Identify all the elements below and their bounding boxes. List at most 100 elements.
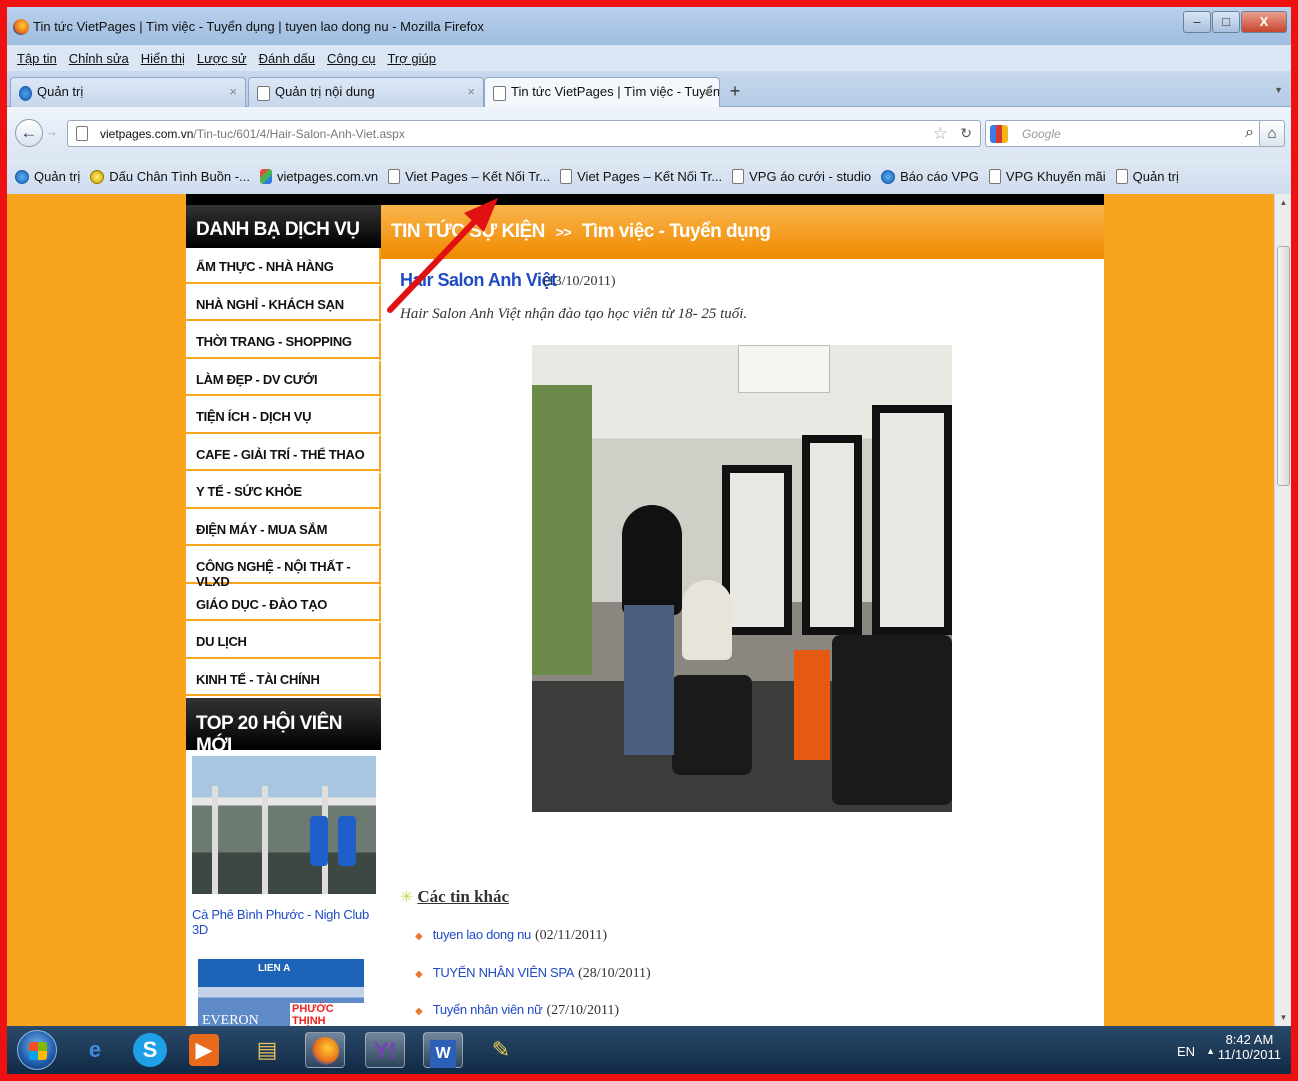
- bullet-icon: ◆: [415, 968, 423, 980]
- url-text[interactable]: vietpages.com.vn/Tin-tuc/601/4/Hair-Salo…: [100, 127, 405, 141]
- subsection-title[interactable]: Tìm việc - Tuyển dụng: [582, 221, 771, 242]
- clock[interactable]: 8:42 AM 11/10/2011: [1218, 1032, 1281, 1062]
- news-link[interactable]: Tuyển nhân viên nữ: [433, 1002, 543, 1017]
- menu-history[interactable]: Lược sử: [197, 51, 247, 66]
- scroll-thumb[interactable]: [1277, 246, 1290, 486]
- vertical-scrollbar[interactable]: ▲ ▼: [1274, 194, 1291, 1026]
- sidebar-item-thoi-trang[interactable]: THỜI TRANG - SHOPPING: [186, 323, 381, 361]
- list-tabs-icon[interactable]: ▼: [1274, 85, 1283, 95]
- menu-view[interactable]: Hiển thị: [141, 51, 185, 66]
- news-link[interactable]: TUYỂN NHÂN VIÊN SPA: [433, 965, 575, 980]
- paint-icon[interactable]: ✎: [481, 1032, 521, 1068]
- sidebar-item-y-te[interactable]: Y TẾ - SỨC KHỎE: [186, 473, 381, 511]
- tab-tin-tuc[interactable]: Tin tức VietPages | Tìm việc - Tuyển ...…: [484, 77, 720, 107]
- list-item: ◆ Tuyển nhân viên nữ (27/10/2011): [415, 1002, 651, 1026]
- bullet-icon: ◆: [415, 1006, 423, 1017]
- media-icon[interactable]: ▶: [189, 1034, 219, 1066]
- sidebar-item-dien-may[interactable]: ĐIỆN MÁY - MUA SẮM: [186, 510, 381, 548]
- reload-icon[interactable]: ↻: [960, 125, 972, 142]
- menu-help[interactable]: Trợ giúp: [387, 51, 436, 66]
- search-bar[interactable]: Google ⌕: [985, 120, 1263, 147]
- bookmarks-bar: Quản trị Dấu Chân Tình Buồn -... vietpag…: [7, 159, 1291, 194]
- menu-bar: Tập tin Chỉnh sửa Hiển thị Lược sử Đánh …: [7, 45, 1291, 71]
- breadcrumb-separator: >>: [555, 224, 572, 240]
- globe-icon: [881, 169, 896, 184]
- article-title[interactable]: Hair Salon Anh Việt: [400, 270, 557, 291]
- start-button[interactable]: [17, 1030, 57, 1070]
- member-photo[interactable]: LIEN A EVERON PHƯỚC THỊNH: [198, 959, 364, 1026]
- yellow-icon: [90, 169, 105, 184]
- sidebar-item-lam-dep[interactable]: LÀM ĐẸP - DV CƯỚI: [186, 360, 381, 398]
- member-card[interactable]: Cà Phê Bình Phước - Nigh Club 3D LIEN A …: [186, 750, 381, 1026]
- sidebar-item-kinh-te[interactable]: KINH TẾ - TÀI CHÍNH: [186, 660, 381, 698]
- forward-button[interactable]: →: [45, 124, 58, 139]
- scroll-up-icon[interactable]: ▲: [1275, 194, 1292, 211]
- tray-expand-icon[interactable]: ▲: [1206, 1046, 1215, 1056]
- bullet-icon: ◆: [415, 931, 423, 942]
- menu-file[interactable]: Tập tin: [17, 51, 57, 66]
- menu-edit[interactable]: Chỉnh sửa: [69, 51, 129, 66]
- search-icon[interactable]: ⌕: [1245, 124, 1254, 142]
- word-icon[interactable]: W: [423, 1032, 463, 1068]
- firefox-icon[interactable]: [305, 1032, 345, 1068]
- sidebar-heading: DANH BẠ DỊCH VỤ: [186, 205, 381, 248]
- tab-quan-tri[interactable]: Quản trị ×: [10, 77, 246, 107]
- sidebar-item-am-thuc[interactable]: ẨM THỰC - NHÀ HÀNG: [186, 248, 381, 286]
- bookmark-item[interactable]: Viet Pages – Kết Nối Tr...: [560, 169, 722, 184]
- minimize-button[interactable]: –: [1183, 11, 1211, 33]
- bookmark-item[interactable]: VPG Khuyến mãi: [988, 169, 1106, 184]
- page-icon: [560, 169, 573, 184]
- section-title[interactable]: TIN TỨC SỰ KIỆN: [391, 221, 545, 242]
- page-icon: [388, 169, 401, 184]
- member-photo[interactable]: [192, 756, 376, 894]
- sidebar-item-cafe[interactable]: CAFE - GIẢI TRÍ - THỂ THAO: [186, 435, 381, 473]
- sidebar-item-tien-ich[interactable]: TIỆN ÍCH - DỊCH VỤ: [186, 398, 381, 436]
- bookmark-item[interactable]: Viet Pages – Kết Nối Tr...: [388, 169, 550, 184]
- yahoo-icon[interactable]: Y!: [365, 1032, 405, 1068]
- new-tab-button[interactable]: +: [724, 81, 746, 103]
- tab-quan-tri-noi-dung[interactable]: Quản trị nội dung ×: [248, 77, 484, 107]
- bookmark-item[interactable]: Quản trị: [15, 169, 80, 184]
- search-placeholder: Google: [1022, 127, 1061, 141]
- sidebar-item-giao-duc[interactable]: GIÁO DỤC - ĐÀO TẠO: [186, 585, 381, 623]
- close-button[interactable]: X: [1241, 11, 1287, 33]
- tab-close-icon[interactable]: ×: [703, 84, 711, 99]
- sidebar-item-cong-nghe[interactable]: CÔNG NGHỆ - NỘI THẤT - VLXD: [186, 548, 381, 589]
- section-header: TIN TỨC SỰ KIỆN >> Tìm việc - Tuyển dụng: [381, 205, 1104, 259]
- ie-icon[interactable]: e: [75, 1032, 115, 1068]
- bookmark-item[interactable]: Báo cáo VPG: [881, 169, 979, 184]
- scroll-down-icon[interactable]: ▼: [1275, 1009, 1292, 1026]
- home-button[interactable]: ⌂: [1259, 120, 1285, 147]
- language-indicator[interactable]: EN: [1177, 1044, 1195, 1059]
- bookmark-item[interactable]: Quản trị: [1115, 169, 1179, 184]
- news-date: (28/10/2011): [578, 965, 651, 981]
- url-bar[interactable]: vietpages.com.vn/Tin-tuc/601/4/Hair-Salo…: [67, 120, 981, 147]
- tab-close-icon[interactable]: ×: [229, 84, 237, 99]
- bookmark-item[interactable]: VPG áo cưới - studio: [732, 169, 871, 184]
- title-bar: Tin tức VietPages | Tìm việc - Tuyển dụn…: [7, 7, 1291, 45]
- tab-label: Quản trị: [37, 84, 84, 99]
- window-title: Tin tức VietPages | Tìm việc - Tuyển dụn…: [33, 19, 484, 34]
- taskbar: e S ▶ ▤ Y! W ✎ EN ▲ 8:42 AM 11/10/2011: [7, 1026, 1291, 1074]
- bookmark-star-icon[interactable]: ☆: [933, 124, 948, 144]
- maximize-button[interactable]: □: [1212, 11, 1240, 33]
- article-date: (13/10/2011): [543, 274, 616, 289]
- skype-icon[interactable]: S: [133, 1033, 167, 1067]
- menu-tools[interactable]: Công cụ: [327, 51, 375, 66]
- back-button[interactable]: ←: [15, 119, 43, 147]
- tab-close-icon[interactable]: ×: [467, 84, 475, 99]
- news-link[interactable]: tuyen lao dong nu: [433, 927, 532, 942]
- bookmark-item[interactable]: Dấu Chân Tình Buồn -...: [90, 169, 250, 184]
- sidebar-item-nha-nghi[interactable]: NHÀ NGHỈ - KHÁCH SẠN: [186, 285, 381, 323]
- tab-strip: Quản trị × Quản trị nội dung × Tin tức V…: [7, 71, 1291, 107]
- explorer-icon[interactable]: ▤: [247, 1032, 287, 1068]
- multi-icon: [259, 169, 272, 184]
- search-engine-icon[interactable]: [990, 125, 1008, 143]
- tab-label: Quản trị nội dung: [275, 84, 375, 99]
- sidebar-item-du-lich[interactable]: DU LỊCH: [186, 623, 381, 661]
- member-sign-text: PHƯỚC THỊNH: [290, 1003, 364, 1026]
- member-caption[interactable]: Cà Phê Bình Phước - Nigh Club 3D: [192, 907, 375, 937]
- bookmark-item[interactable]: vietpages.com.vn: [259, 169, 378, 184]
- header-strip: [186, 194, 1104, 205]
- menu-bookmarks[interactable]: Đánh dấu: [259, 51, 315, 66]
